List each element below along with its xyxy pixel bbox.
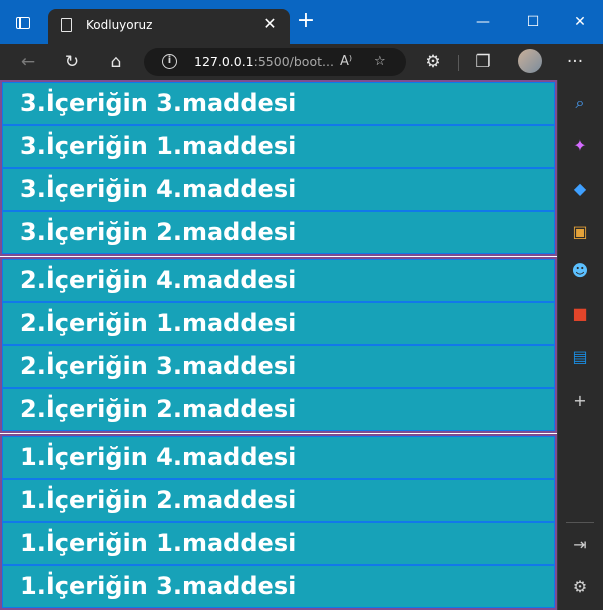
list-item-text: 2.İçeriğin 4.maddesi xyxy=(20,266,297,294)
list-item: 3.İçeriğin 2.maddesi xyxy=(2,211,555,254)
home-icon[interactable]: ⌂ xyxy=(104,50,128,74)
list-item: 3.İçeriğin 4.maddesi xyxy=(2,168,555,211)
tab-kodluyoruz[interactable]: Kodluyoruz ✕ xyxy=(48,9,290,44)
sidebar-divider xyxy=(566,522,594,523)
outlook-icon[interactable]: ▤ xyxy=(569,346,591,368)
toolbox-icon[interactable]: ▣ xyxy=(569,221,591,243)
list-item: 2.İçeriğin 4.maddesi xyxy=(2,259,555,302)
close-window-button[interactable]: ✕ xyxy=(560,10,600,34)
list-item: 1.İçeriğin 4.maddesi xyxy=(2,436,555,479)
content-group: 1.İçeriğin 4.maddesi 1.İçeriğin 2.maddes… xyxy=(0,434,557,610)
list-item-text: 3.İçeriğin 4.maddesi xyxy=(20,175,297,203)
list-item: 3.İçeriğin 1.maddesi xyxy=(2,125,555,168)
list-item: 1.İçeriğin 2.maddesi xyxy=(2,479,555,522)
page-content: 3.İçeriğin 3.maddesi 3.İçeriğin 1.maddes… xyxy=(0,80,557,610)
edge-sidebar: ⌕ ✦ ◆ ▣ ☻ ■ ▤ + ⇥ ⚙ xyxy=(557,80,603,610)
address-bar[interactable]: i 127.0.0.1:5500/boot... A⁾ ☆ xyxy=(144,48,406,76)
list-item: 1.İçeriğin 1.maddesi xyxy=(2,522,555,565)
maximize-button[interactable]: ☐ xyxy=(513,10,553,34)
list-item: 2.İçeriğin 1.maddesi xyxy=(2,302,555,345)
more-menu-icon[interactable]: ··· xyxy=(563,50,587,74)
list-item-text: 3.İçeriğin 3.maddesi xyxy=(20,89,297,117)
tab-title: Kodluyoruz xyxy=(86,18,153,32)
list-item-text: 1.İçeriğin 2.maddesi xyxy=(20,486,297,514)
read-aloud-icon[interactable]: A⁾ xyxy=(340,52,352,72)
list-item-text: 3.İçeriğin 1.maddesi xyxy=(20,132,297,160)
list-item: 2.İçeriğin 2.maddesi xyxy=(2,388,555,431)
search-icon[interactable]: ⌕ xyxy=(569,92,591,114)
list-item-text: 1.İçeriğin 3.maddesi xyxy=(20,572,297,600)
list-item-text: 1.İçeriğin 1.maddesi xyxy=(20,529,297,557)
list-item: 3.İçeriğin 3.maddesi xyxy=(2,82,555,125)
avatar[interactable] xyxy=(518,49,542,73)
add-favorite-icon[interactable]: ☆ xyxy=(374,52,386,72)
list-item-text: 1.İçeriğin 4.maddesi xyxy=(20,443,297,471)
office-icon[interactable]: ■ xyxy=(569,303,591,325)
back-icon[interactable]: ← xyxy=(16,50,40,74)
copilot-icon[interactable]: ✦ xyxy=(569,135,591,157)
list-item-text: 2.İçeriğin 3.maddesi xyxy=(20,352,297,380)
site-info-icon[interactable]: i xyxy=(162,54,177,69)
list-item-text: 2.İçeriğin 1.maddesi xyxy=(20,309,297,337)
content-group: 2.İçeriğin 4.maddesi 2.İçeriğin 1.maddes… xyxy=(0,257,557,433)
games-icon[interactable]: ☻ xyxy=(569,260,591,282)
add-icon[interactable]: + xyxy=(569,390,591,412)
refresh-icon[interactable]: ↻ xyxy=(60,50,84,74)
extensions-icon[interactable]: ⚙ xyxy=(421,50,445,74)
toolbar-divider xyxy=(458,55,459,71)
tag-icon[interactable]: ◆ xyxy=(569,178,591,200)
minimize-button[interactable]: — xyxy=(463,10,503,34)
tab-actions-icon[interactable] xyxy=(16,17,30,29)
page-icon xyxy=(61,18,72,32)
list-item-text: 3.İçeriğin 2.maddesi xyxy=(20,218,297,246)
content-group: 3.İçeriğin 3.maddesi 3.İçeriğin 1.maddes… xyxy=(0,80,557,256)
list-item-text: 2.İçeriğin 2.maddesi xyxy=(20,395,297,423)
close-tab-button[interactable]: ✕ xyxy=(260,14,280,34)
title-bar: Kodluyoruz ✕ + — ☐ ✕ xyxy=(0,0,603,44)
hide-sidebar-icon[interactable]: ⇥ xyxy=(569,534,591,556)
settings-icon[interactable]: ⚙ xyxy=(569,576,591,598)
list-item: 1.İçeriğin 3.maddesi xyxy=(2,565,555,608)
browser-toolbar: ← ↻ ⌂ i 127.0.0.1:5500/boot... A⁾ ☆ ⚙ ❐ … xyxy=(0,44,603,80)
url-text[interactable]: 127.0.0.1:5500/boot... xyxy=(194,54,334,69)
collections-icon[interactable]: ❐ xyxy=(471,50,495,74)
new-tab-button[interactable]: + xyxy=(294,10,318,32)
list-item: 2.İçeriğin 3.maddesi xyxy=(2,345,555,388)
